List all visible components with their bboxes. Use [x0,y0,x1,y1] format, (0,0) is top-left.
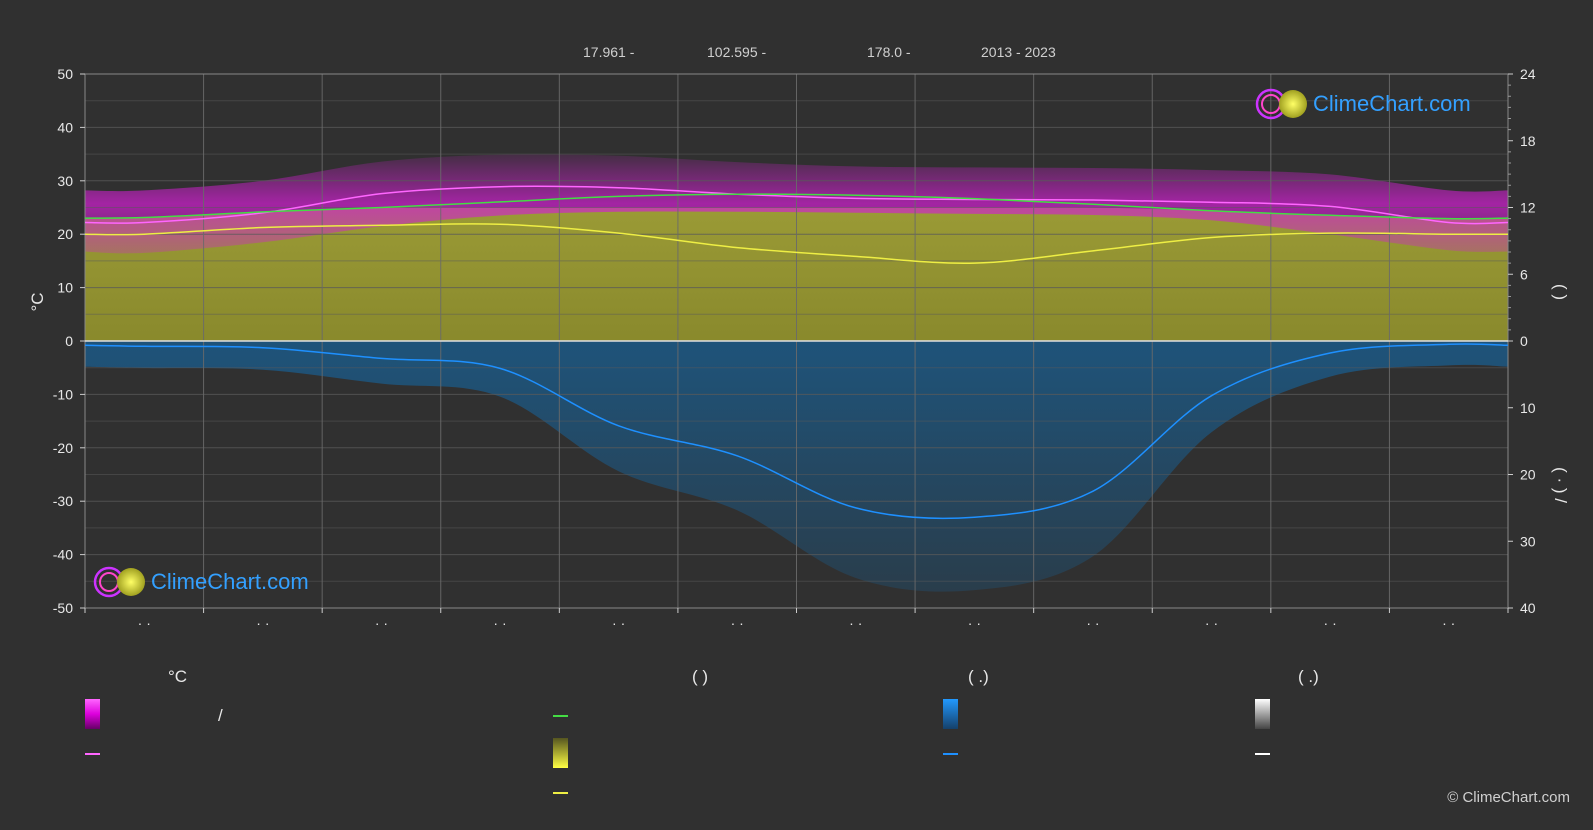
header-elevation: 178.0 - [867,44,911,60]
y-left-tick-label: 0 [65,333,73,349]
y-left-tick-label: -40 [53,547,73,563]
header-years: 2013 - 2023 [981,44,1056,60]
y-right-bottom-tick-label: 10 [1520,400,1536,416]
y-right-top-tick-label: 12 [1520,200,1536,216]
y-left-tick-label: -20 [53,440,73,456]
logo-text: ClimeChart.com [1313,91,1471,116]
legend-snow-swatch [1255,699,1270,729]
y-right-bottom-tick-label: 30 [1520,533,1536,549]
legend-col1-title: °C [168,667,187,686]
x-tick-label: · · [1086,615,1099,631]
y-left-tick-label: 30 [57,173,73,189]
copyright: © ClimeChart.com [1447,789,1570,806]
header-latitude: 17.961 - [583,44,635,60]
header-longitude: 102.595 - [707,44,766,60]
y-right-top-tick-label: 24 [1520,66,1536,82]
y-right-top-tick-label: 18 [1520,133,1536,149]
y-left-tick-label: 20 [57,226,73,242]
legend-sunshine-swatch [553,738,568,768]
climate-chart: 17.961 - 102.595 - 178.0 - 2013 - 2023 5… [0,0,1593,825]
chart-canvas: 17.961 - 102.595 - 178.0 - 2013 - 2023 5… [28,44,1570,806]
logo-sun-icon [1279,90,1307,118]
legend-temp-slash: / [218,706,223,725]
y-right-bottom-tick-label: 20 [1520,467,1536,483]
y-left-tick-label: 40 [57,119,73,135]
x-tick-label: · · [138,615,151,631]
y-right-top-tick-label: 6 [1520,266,1528,282]
x-tick-label: · · [493,615,506,631]
x-tick-label: · · [256,615,269,631]
legend-precip-swatch [943,699,958,729]
y-left-tick-label: 50 [57,66,73,82]
y-left-tick-label: -30 [53,493,73,509]
y-left-tick-label: -50 [53,600,73,616]
logo-inner-ring-icon [99,572,119,592]
legend-col2-title: ( ) [692,667,708,686]
y-left-tick-label: 10 [57,280,73,296]
x-tick-label: · · [849,615,862,631]
y-right-top-label: ( ) [1551,284,1570,300]
y-left-label: °C [28,292,47,311]
logo-bottom-left[interactable]: ClimeChart.com [93,566,309,598]
y-left-tick-label: -10 [53,386,73,402]
y-right-top-tick-label: 0 [1520,333,1528,349]
x-tick-label: · · [1324,615,1337,631]
x-tick-label: · · [1205,615,1218,631]
logo-top-right[interactable]: ClimeChart.com [1255,88,1471,120]
legend-col3-title: ( .) [968,667,989,686]
y-right-bottom-tick-label: 40 [1520,600,1536,616]
logo-sun-icon [117,568,145,596]
x-tick-label: · · [731,615,744,631]
x-tick-label: · · [1442,615,1455,631]
y-right-bottom-label: ( · ) / [1551,467,1570,503]
x-tick-label: · · [968,615,981,631]
logo-text: ClimeChart.com [151,569,309,594]
legend: °C ( ) ( .) ( .) / [85,667,1319,794]
legend-col4-title: ( .) [1298,667,1319,686]
x-tick-label: · · [375,615,388,631]
chart-grid [84,73,1509,609]
x-tick-label: · · [612,615,625,631]
legend-temp-range-swatch [85,699,100,729]
